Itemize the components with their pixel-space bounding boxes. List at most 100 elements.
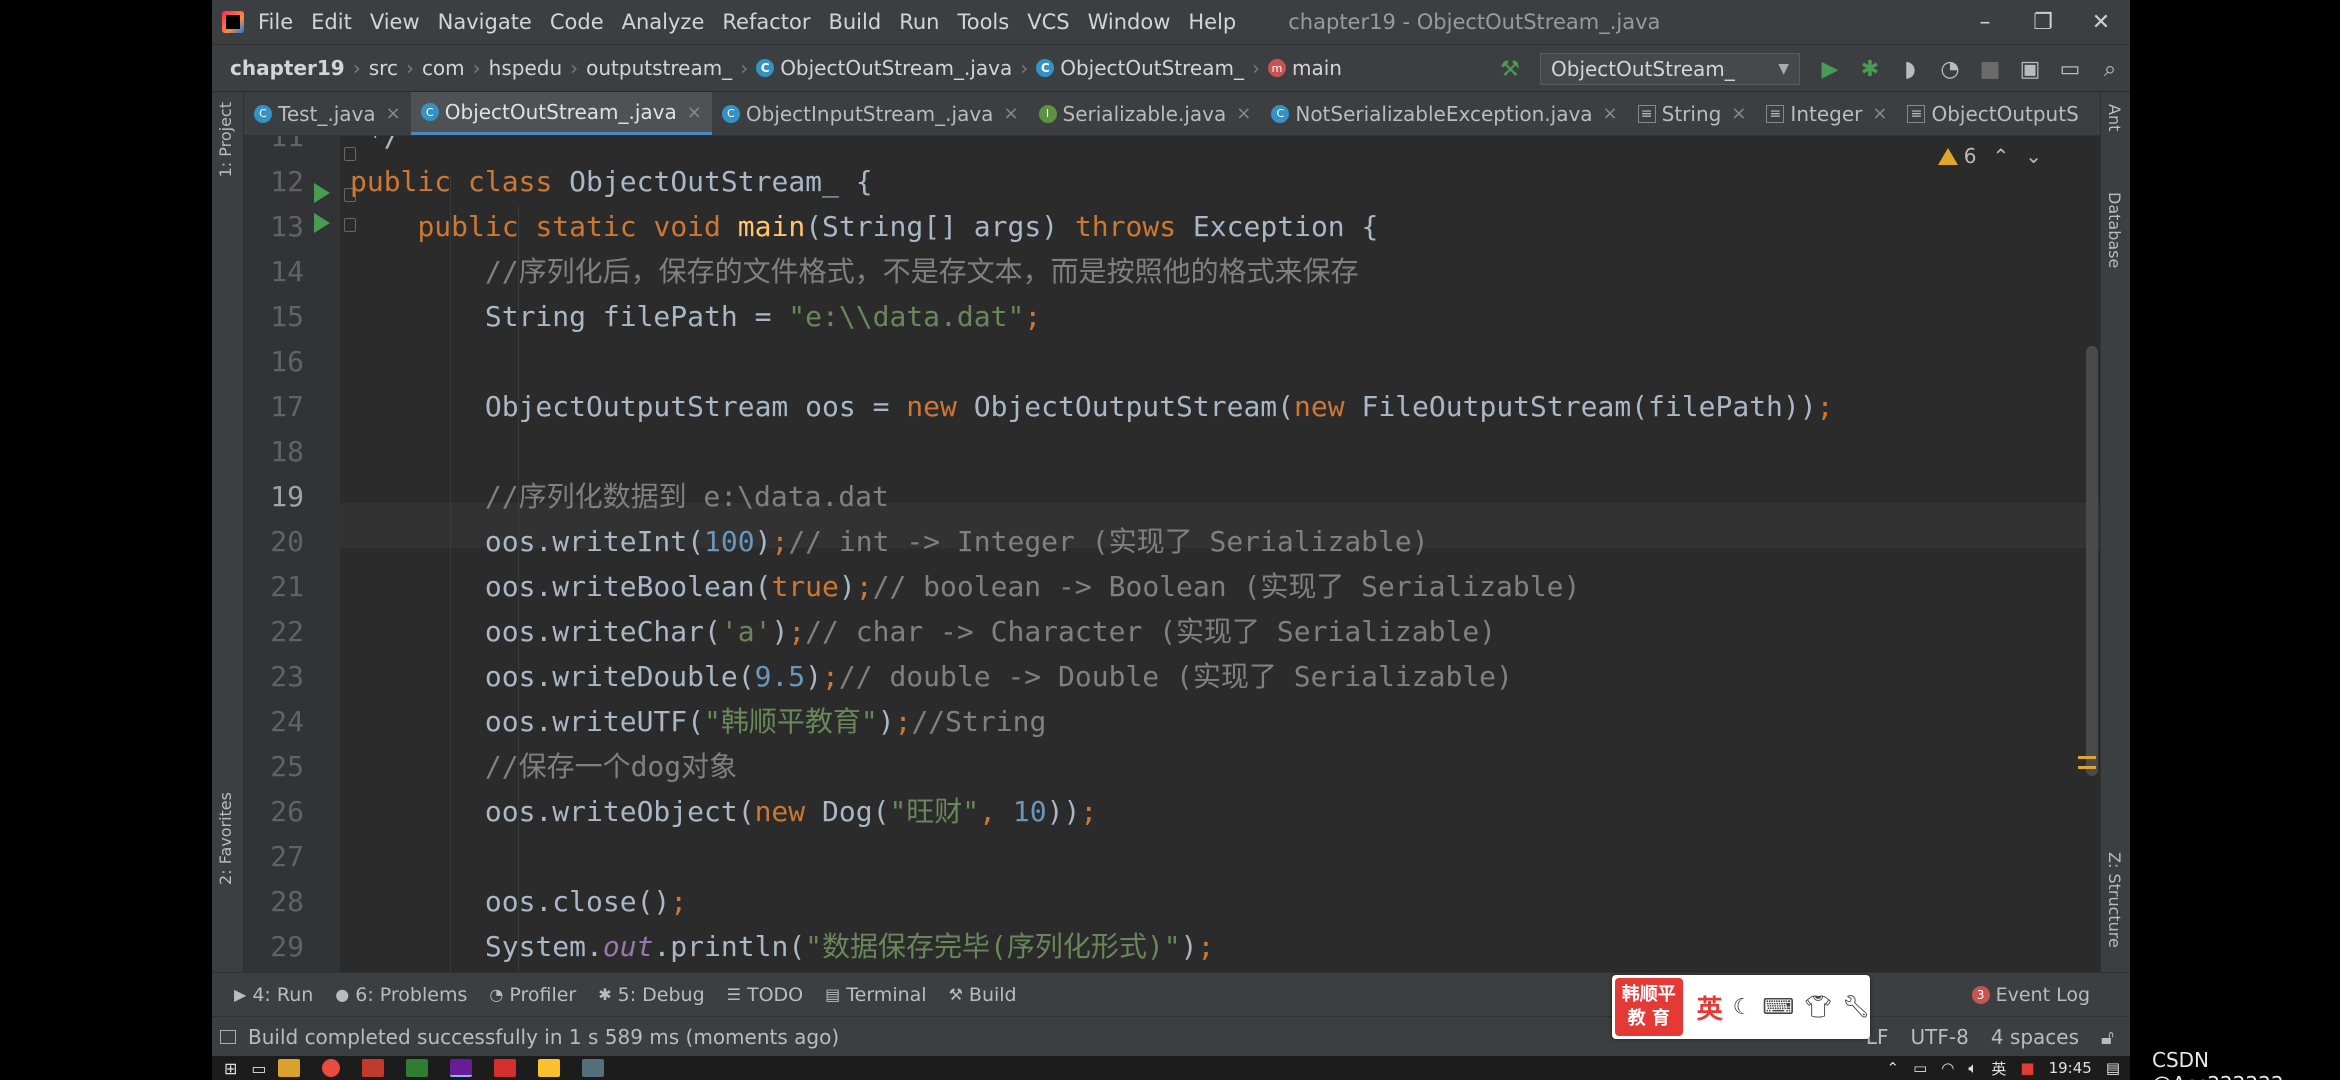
input-language[interactable]: 英 — [1991, 1058, 2006, 1079]
close-icon[interactable]: × — [1872, 103, 1887, 124]
breadcrumb-file[interactable]: C ObjectOutStream_.java — [756, 56, 1012, 80]
stop-icon[interactable]: ■ — [1970, 45, 2010, 93]
run-main-gutter-icon[interactable] — [314, 213, 330, 233]
line-number[interactable]: 15 — [244, 294, 304, 339]
layout-icon[interactable]: ▭ — [2050, 45, 2090, 93]
line-number[interactable]: 22 — [244, 609, 304, 654]
favorites-tool-tab[interactable]: 2: Favorites — [216, 792, 235, 885]
menu-tools[interactable]: Tools — [957, 10, 1009, 34]
project-tool-tab[interactable]: 1: Project — [216, 102, 235, 177]
restore-button[interactable]: ❐ — [2014, 0, 2072, 44]
line-number[interactable]: 16 — [244, 339, 304, 384]
code-line[interactable]: //序列化后，保存的文件格式，不是存文本，而是按照他的格式来保存 — [350, 249, 1359, 294]
project-structure-icon[interactable]: ▣ — [2010, 45, 2050, 93]
notes-icon[interactable] — [537, 1059, 560, 1077]
tab-integer[interactable]: ≡ Integer × — [1756, 92, 1897, 135]
status-message[interactable]: Build completed successfully in 1 s 589 … — [220, 1025, 839, 1049]
line-number[interactable]: 11 — [244, 136, 304, 159]
notification-icon[interactable]: ▤ — [2106, 1059, 2120, 1077]
code-line[interactable]: public class ObjectOutStream_ { — [350, 159, 873, 204]
problems-tool-tab[interactable]: ● 6: Problems — [335, 984, 467, 1006]
breadcrumb-src[interactable]: src — [369, 56, 398, 80]
line-number[interactable]: 19 — [244, 474, 304, 519]
tab-objectoutstream-java[interactable]: C ObjectOutStream_.java × — [410, 92, 712, 135]
line-number[interactable]: 21 — [244, 564, 304, 609]
keyboard-icon[interactable]: ⌨ — [1762, 995, 1794, 1020]
menu-help[interactable]: Help — [1188, 10, 1236, 34]
line-number[interactable]: 27 — [244, 834, 304, 879]
line-number[interactable]: 12 — [244, 159, 304, 204]
close-icon[interactable]: × — [687, 102, 702, 123]
menu-edit[interactable]: Edit — [311, 10, 352, 34]
ime-tray-icon[interactable]: ■ — [2020, 1059, 2034, 1077]
code-line[interactable]: oos.writeObject(new Dog("旺财", 10)); — [350, 789, 1097, 834]
menu-code[interactable]: Code — [550, 10, 604, 34]
clock[interactable]: 19:45 — [2049, 1059, 2092, 1077]
file-explorer-icon[interactable] — [277, 1059, 300, 1077]
line-number[interactable]: 24 — [244, 699, 304, 744]
debug-icon[interactable]: ✱ — [1850, 45, 1890, 93]
ime-toolbar[interactable]: 韩顺平 教 育 英 ☾ ⌨ 👕︎ 🔧︎ — [1612, 975, 1870, 1039]
menu-build[interactable]: Build — [828, 10, 881, 34]
wps-icon[interactable] — [493, 1059, 516, 1077]
battery-icon[interactable]: ▭ — [1913, 1059, 1927, 1077]
line-number[interactable]: 14 — [244, 249, 304, 294]
breadcrumb-com[interactable]: com — [422, 56, 465, 80]
menu-file[interactable]: File — [258, 10, 293, 34]
code-line[interactable]: //保存一个dog对象 — [350, 744, 737, 789]
line-number[interactable]: 17 — [244, 384, 304, 429]
network-icon[interactable]: ◠ — [1941, 1059, 1954, 1077]
encoding-widget[interactable]: UTF-8 — [1911, 1025, 1969, 1049]
line-number[interactable]: 20 — [244, 519, 304, 564]
run-tool-tab[interactable]: ▶ 4: Run — [234, 984, 313, 1006]
menu-analyze[interactable]: Analyze — [622, 10, 705, 34]
build-tool-tab[interactable]: ⚒ Build — [949, 984, 1017, 1006]
code-line[interactable]: String filePath = "e:\\data.dat"; — [350, 294, 1041, 339]
code-line[interactable]: oos.writeDouble(9.5);// double -> Double… — [350, 654, 1513, 699]
tab-objectinputstream-java[interactable]: C ObjectInputStream_.java × — [712, 92, 1029, 135]
tab-objectoutputstream[interactable]: ≡ ObjectOutputS — [1897, 92, 2088, 135]
line-number[interactable]: 23 — [244, 654, 304, 699]
menu-vcs[interactable]: VCS — [1027, 10, 1069, 34]
shirt-icon[interactable]: 👕︎ — [1804, 995, 1832, 1020]
volume-icon[interactable]: 🔈︎ — [1968, 1059, 1977, 1077]
chevron-down-icon[interactable]: ⌄ — [2025, 144, 2042, 168]
tab-string[interactable]: ≡ String × — [1628, 92, 1757, 135]
panel-toggle-icon[interactable] — [220, 1029, 236, 1044]
search-icon[interactable]: ⌕ — [2090, 45, 2130, 93]
line-number[interactable]: 25 — [244, 744, 304, 789]
event-log-tab[interactable]: 3 Event Log — [1971, 973, 2090, 1017]
close-icon[interactable]: × — [1603, 103, 1618, 124]
ant-tool-tab[interactable]: Ant — [2105, 104, 2124, 131]
line-number[interactable]: 13 — [244, 204, 304, 249]
close-icon[interactable]: × — [1003, 103, 1018, 124]
breadcrumb-class[interactable]: C ObjectOutStream_ — [1036, 56, 1244, 80]
warning-marker[interactable] — [2078, 766, 2096, 769]
inspection-widget[interactable]: 6 ⌃ ⌄ — [1937, 144, 2042, 168]
menu-run[interactable]: Run — [899, 10, 939, 34]
wechat-icon[interactable] — [405, 1059, 428, 1077]
tab-test-java[interactable]: C Test_.java × — [244, 92, 411, 135]
profile-icon[interactable]: ◔ — [1930, 45, 1970, 93]
ime-language[interactable]: 英 — [1697, 989, 1723, 1026]
todo-tool-tab[interactable]: ☰ TODO — [727, 984, 804, 1006]
menu-view[interactable]: View — [370, 10, 420, 34]
warning-marker[interactable] — [2078, 756, 2096, 759]
line-number[interactable]: 29 — [244, 924, 304, 969]
code-line[interactable]: oos.writeInt(100);// int -> Integer (实现了… — [350, 519, 1429, 564]
menu-window[interactable]: Window — [1088, 10, 1171, 34]
run-configuration-select[interactable]: ObjectOutStream_ ▼ — [1540, 53, 1800, 85]
code-editor[interactable]: 11 12 13 14 15 16 17 18 19 20 21 22 23 24 25 26 27 28 29 *… — [244, 136, 2100, 972]
line-number[interactable]: 18 — [244, 429, 304, 474]
breadcrumb-hspedu[interactable]: hspedu — [489, 56, 562, 80]
indent-widget[interactable]: 4 spaces — [1991, 1025, 2079, 1049]
structure-tool-tab[interactable]: Z: Structure — [2105, 852, 2124, 948]
code-line[interactable]: oos.writeUTF("韩顺平教育");//String — [350, 699, 1046, 744]
chevron-up-icon[interactable]: ⌃ — [1992, 144, 2009, 168]
moon-icon[interactable]: ☾ — [1733, 995, 1753, 1020]
profiler-tool-tab[interactable]: ◔ Profiler — [489, 984, 576, 1006]
run-class-gutter-icon[interactable] — [314, 183, 330, 203]
line-number[interactable]: 28 — [244, 879, 304, 924]
chrome-icon[interactable] — [321, 1059, 340, 1077]
code-line[interactable]: oos.writeChar('a');// char -> Character … — [350, 609, 1496, 654]
